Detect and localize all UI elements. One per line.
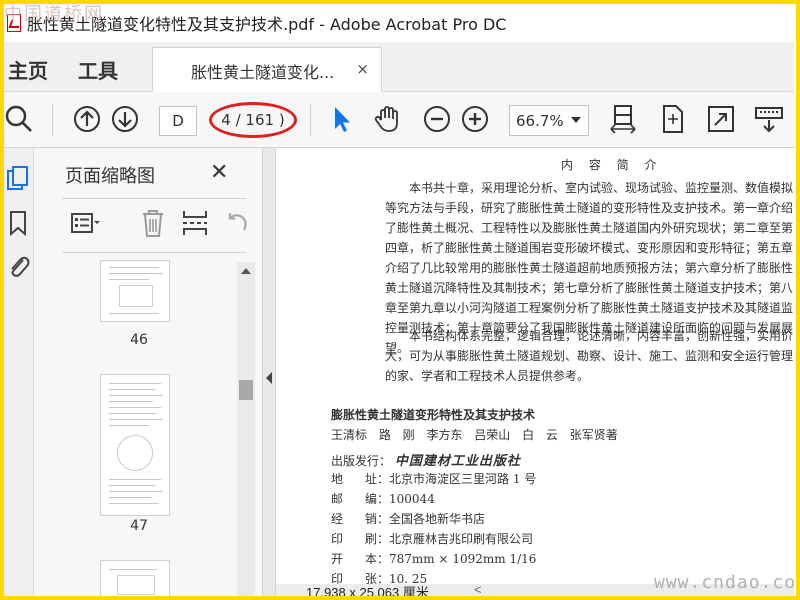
info-key: 印	[331, 532, 344, 546]
page-number-input[interactable]: D	[159, 106, 197, 136]
page-count-display: 4 / 161 )	[209, 102, 297, 138]
scroll-up-icon[interactable]	[241, 268, 251, 274]
left-navigation-rail	[4, 148, 42, 596]
info-key: 邮	[331, 492, 344, 506]
thumbnail-list: 46 47	[64, 260, 234, 596]
info-key: 地	[331, 472, 344, 486]
select-arrow-icon[interactable]	[327, 104, 357, 134]
page-thumbnail[interactable]	[100, 560, 170, 596]
publication-info-row: 印 刷：北京雁林吉兆印刷有限公司	[331, 530, 533, 547]
intro-paragraph-2: 本书结构体系完整，逻辑合理，论述清晰，内容丰富，创新性强，实用价大，可为从事膨胀…	[385, 329, 794, 383]
attachment-icon[interactable]	[6, 252, 30, 278]
site-watermark: 中国道桥网	[4, 4, 104, 25]
publisher-label: 出版发行：	[331, 454, 392, 468]
toolbar-separator	[310, 104, 311, 136]
publisher-row: 出版发行： 中国建材工业出版社	[331, 450, 521, 469]
main-toolbar: D 4 / 161 ) 66.7%	[4, 92, 796, 148]
hand-icon[interactable]	[372, 104, 402, 134]
close-panel-icon[interactable]: ✕	[210, 160, 228, 185]
panel-divider	[62, 252, 246, 253]
info-key: 经	[331, 512, 344, 526]
info-key: 开	[331, 552, 344, 566]
page-dimensions: 17.938 x 25.063 厘米	[306, 585, 429, 596]
authors-line: 王清标 路 刚 李方东 吕荣山 白 云 张军贤著	[331, 428, 618, 442]
publication-info-row: 地 址：北京市海淀区三里河路 1 号	[331, 470, 536, 487]
zoom-level-value: 66.7%	[516, 111, 564, 130]
read-mode-icon[interactable]	[754, 104, 784, 134]
zoom-level-select[interactable]: 66.7%	[509, 105, 589, 136]
chevron-left-icon	[266, 372, 272, 384]
zoom-in-icon[interactable]	[460, 104, 490, 134]
info-separator: 址：	[365, 472, 390, 486]
site-watermark-bottom: www.cndao.com	[654, 572, 796, 593]
info-separator: 编：	[365, 492, 390, 506]
document-tab-label: 胀性黄土隧道变化...	[191, 62, 335, 82]
document-tab[interactable]: 胀性黄土隧道变化... ×	[152, 47, 382, 93]
fullscreen-icon[interactable]	[706, 104, 736, 134]
tab-bar: 主页 工具 胀性黄土隧道变化... ×	[4, 42, 796, 93]
panel-collapse-handle[interactable]	[262, 148, 276, 596]
delete-icon[interactable]	[138, 208, 168, 238]
scroll-left-icon[interactable]: <	[474, 582, 482, 596]
thumbnail-scrollbar[interactable]	[237, 262, 255, 596]
panel-title: 页面缩略图	[65, 166, 155, 187]
page-thumbnail[interactable]	[100, 374, 170, 516]
info-value: 北京雁林吉兆印刷有限公司	[389, 532, 534, 546]
page-up-icon[interactable]	[72, 104, 102, 134]
publication-info-row: 经 销：全国各地新华书店	[331, 510, 485, 527]
publication-info-row: 邮 编：100044	[331, 490, 435, 507]
publisher-logo: 中国建材工业出版社	[394, 454, 521, 469]
rotate-page-icon[interactable]	[657, 104, 687, 134]
fit-width-icon[interactable]	[608, 104, 638, 134]
bookmark-icon[interactable]	[6, 210, 30, 237]
zoom-out-icon[interactable]	[422, 104, 452, 134]
thumbnails-panel: 页面缩略图 ✕ 46 47	[34, 148, 262, 596]
undo-icon[interactable]	[222, 208, 252, 238]
info-value: 100044	[389, 492, 435, 506]
info-value: 全国各地新华书店	[389, 512, 486, 526]
title-bar: 胀性黄土隧道变化特性及其支护技术.pdf - Adobe Acrobat Pro…	[4, 4, 796, 42]
thumbnail-page-number: 46	[130, 332, 148, 348]
info-separator: 刷：	[365, 532, 390, 546]
page-thumbnail[interactable]	[100, 260, 170, 322]
close-tab-icon[interactable]: ×	[356, 60, 369, 78]
page-thumbnails-icon[interactable]	[6, 166, 30, 192]
acrobat-window: 胀性黄土隧道变化特性及其支护技术.pdf - Adobe Acrobat Pro…	[4, 4, 796, 596]
pdf-page: 内 容 简 介 本书共十章，采用理论分析、室内试验、现场试验、监控量测、数值模拟…	[276, 148, 794, 596]
thumbnail-page-number: 47	[130, 518, 148, 534]
thumbnail-options-icon[interactable]	[70, 208, 100, 238]
tools-tab[interactable]: 工具	[78, 55, 118, 84]
info-separator: 销：	[365, 512, 390, 526]
info-separator: 本：	[365, 552, 390, 566]
info-value: 787mm × 1092mm 1/16	[389, 552, 537, 566]
info-value: 北京市海淀区三里河路 1 号	[389, 472, 537, 486]
book-title: 膨胀性黄土隧道变形特性及其支护技术	[331, 408, 536, 422]
insert-page-icon[interactable]	[180, 208, 210, 238]
publication-info-row: 开 本：787mm × 1092mm 1/16	[331, 550, 536, 567]
section-heading: 内 容 简 介	[561, 158, 663, 172]
search-icon[interactable]	[4, 104, 34, 134]
home-tab[interactable]: 主页	[8, 55, 48, 84]
chevron-down-icon	[571, 117, 581, 123]
panel-divider	[62, 198, 246, 199]
scrollbar-thumb[interactable]	[239, 380, 253, 400]
page-down-icon[interactable]	[110, 104, 140, 134]
document-view[interactable]: 内 容 简 介 本书共十章，采用理论分析、室内试验、现场试验、监控量测、数值模拟…	[276, 148, 794, 596]
toolbar-separator	[52, 104, 53, 136]
